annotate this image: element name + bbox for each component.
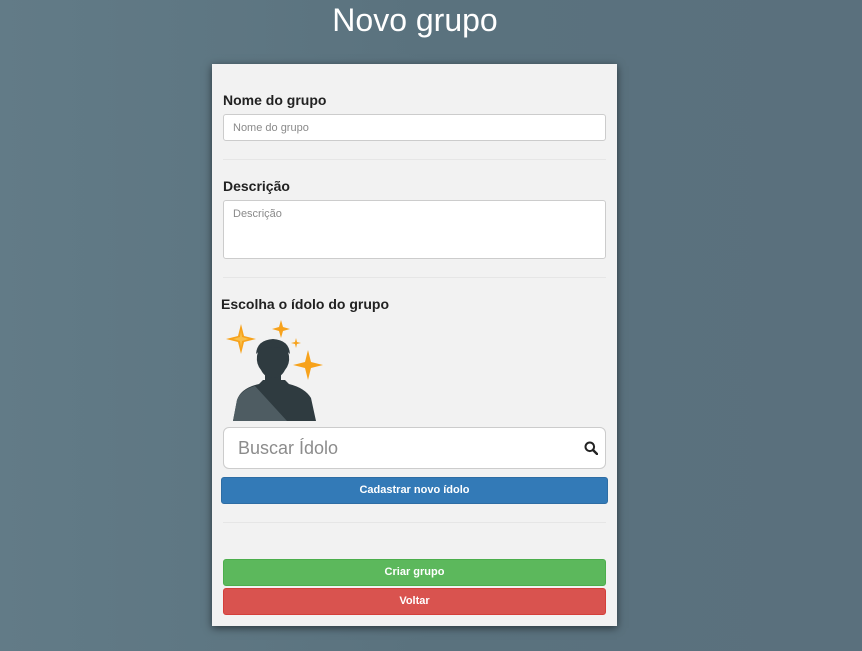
idol-search-box [223,427,606,469]
divider [223,277,606,278]
search-icon[interactable] [584,441,598,455]
new-group-form-card: Nome do grupo Descrição Escolha o ídolo … [212,64,617,626]
description-textarea[interactable] [223,200,606,259]
page-title: Novo grupo [332,2,498,38]
create-group-button[interactable]: Criar grupo [223,559,606,586]
idol-label: Escolha o ídolo do grupo [221,296,389,312]
group-name-label: Nome do grupo [223,92,327,108]
divider [223,159,606,160]
idol-search-input[interactable] [224,428,574,468]
idol-placeholder-icon[interactable] [225,320,329,423]
description-label: Descrição [223,178,290,194]
group-name-input[interactable] [223,114,606,141]
divider [223,522,606,523]
back-button[interactable]: Voltar [223,588,606,615]
register-new-idol-button[interactable]: Cadastrar novo ídolo [221,477,608,504]
